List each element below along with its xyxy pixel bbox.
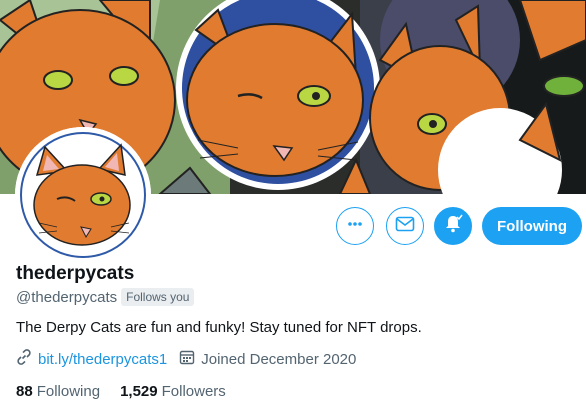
followers-label: Followers — [161, 383, 226, 400]
display-name: thederpycats — [16, 263, 135, 284]
following-label: Following — [36, 383, 101, 400]
follows-you-badge: Follows you — [121, 288, 195, 306]
handle-row: @thederpycats Follows you — [16, 288, 195, 306]
profile-meta: bit.ly/thederpycats1 Joined December 202… — [16, 349, 356, 369]
profile-stats: 88 Following 1,529 Followers — [16, 383, 246, 400]
envelope-icon — [395, 216, 415, 237]
link-icon — [16, 349, 32, 369]
profile-avatar[interactable] — [15, 127, 151, 263]
following-count: 88 — [16, 383, 33, 400]
profile-handle: @thederpycats — [16, 288, 118, 306]
bell-icon — [443, 214, 463, 239]
followers-count: 1,529 — [120, 383, 158, 400]
following-stat[interactable]: 88 Following — [16, 383, 100, 400]
followers-stat[interactable]: 1,529 Followers — [120, 383, 226, 400]
following-button[interactable]: Following — [482, 207, 582, 245]
message-button[interactable] — [386, 207, 424, 245]
joined-date: Joined December 2020 — [201, 350, 357, 368]
calendar-icon — [179, 349, 195, 369]
more-horizontal-icon — [346, 215, 364, 238]
profile-link[interactable]: bit.ly/thederpycats1 — [38, 351, 167, 368]
profile-bio: The Derpy Cats are fun and funky! Stay t… — [16, 319, 422, 336]
notifications-button[interactable] — [434, 207, 472, 245]
more-button[interactable] — [336, 207, 374, 245]
